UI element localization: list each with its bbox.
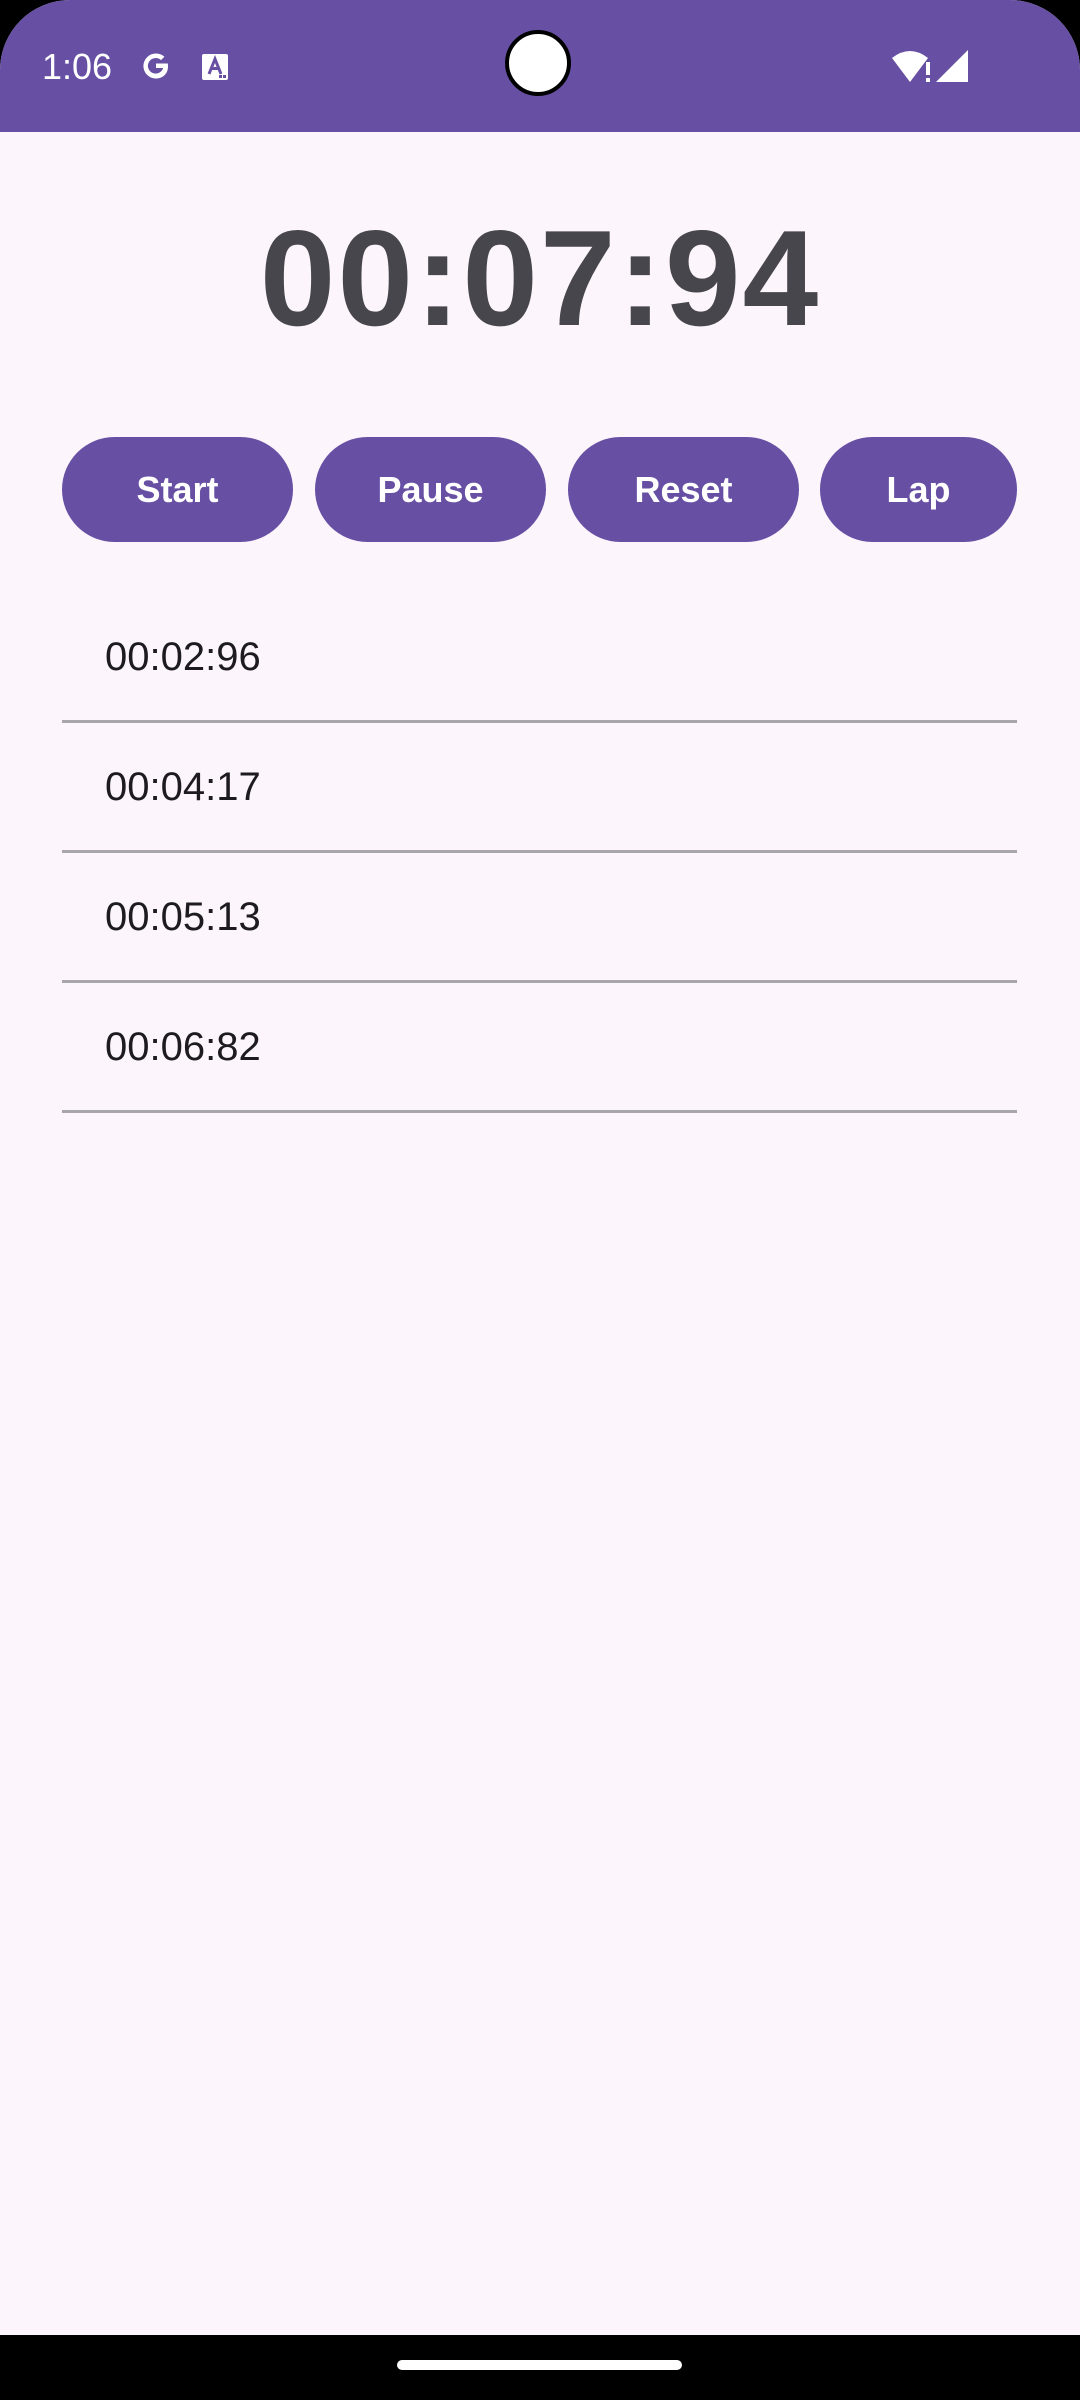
lap-time: 00:02:96 <box>105 635 261 679</box>
lap-list: 00:02:96 00:04:17 00:05:13 00:06:82 <box>62 593 1017 1113</box>
stopwatch-display: 00:07:94 <box>259 202 821 354</box>
pause-button[interactable]: Pause <box>315 437 546 542</box>
wifi-icon <box>892 51 930 82</box>
lap-button[interactable]: Lap <box>820 437 1017 542</box>
text-icon <box>202 54 228 80</box>
status-time: 1:06 <box>42 46 113 87</box>
reset-button[interactable]: Reset <box>568 437 799 542</box>
lap-time: 00:04:17 <box>105 765 261 809</box>
lap-time: 00:06:82 <box>105 1025 261 1069</box>
google-icon <box>143 53 168 79</box>
status-bar: 1:06 <box>0 0 1080 132</box>
lap-time: 00:05:13 <box>105 895 261 939</box>
lap-item: 00:04:17 <box>62 723 1017 853</box>
home-gesture-handle[interactable] <box>397 2360 682 2370</box>
lap-item: 00:05:13 <box>62 853 1017 983</box>
start-button[interactable]: Start <box>62 437 293 542</box>
signal-icon <box>936 50 968 82</box>
lap-item: 00:06:82 <box>62 983 1017 1113</box>
camera-cutout <box>505 30 571 96</box>
app-screen: 1:06 00:07:94 Start Pause Reset Lap 00:0… <box>0 0 1080 2400</box>
lap-item: 00:02:96 <box>62 593 1017 723</box>
